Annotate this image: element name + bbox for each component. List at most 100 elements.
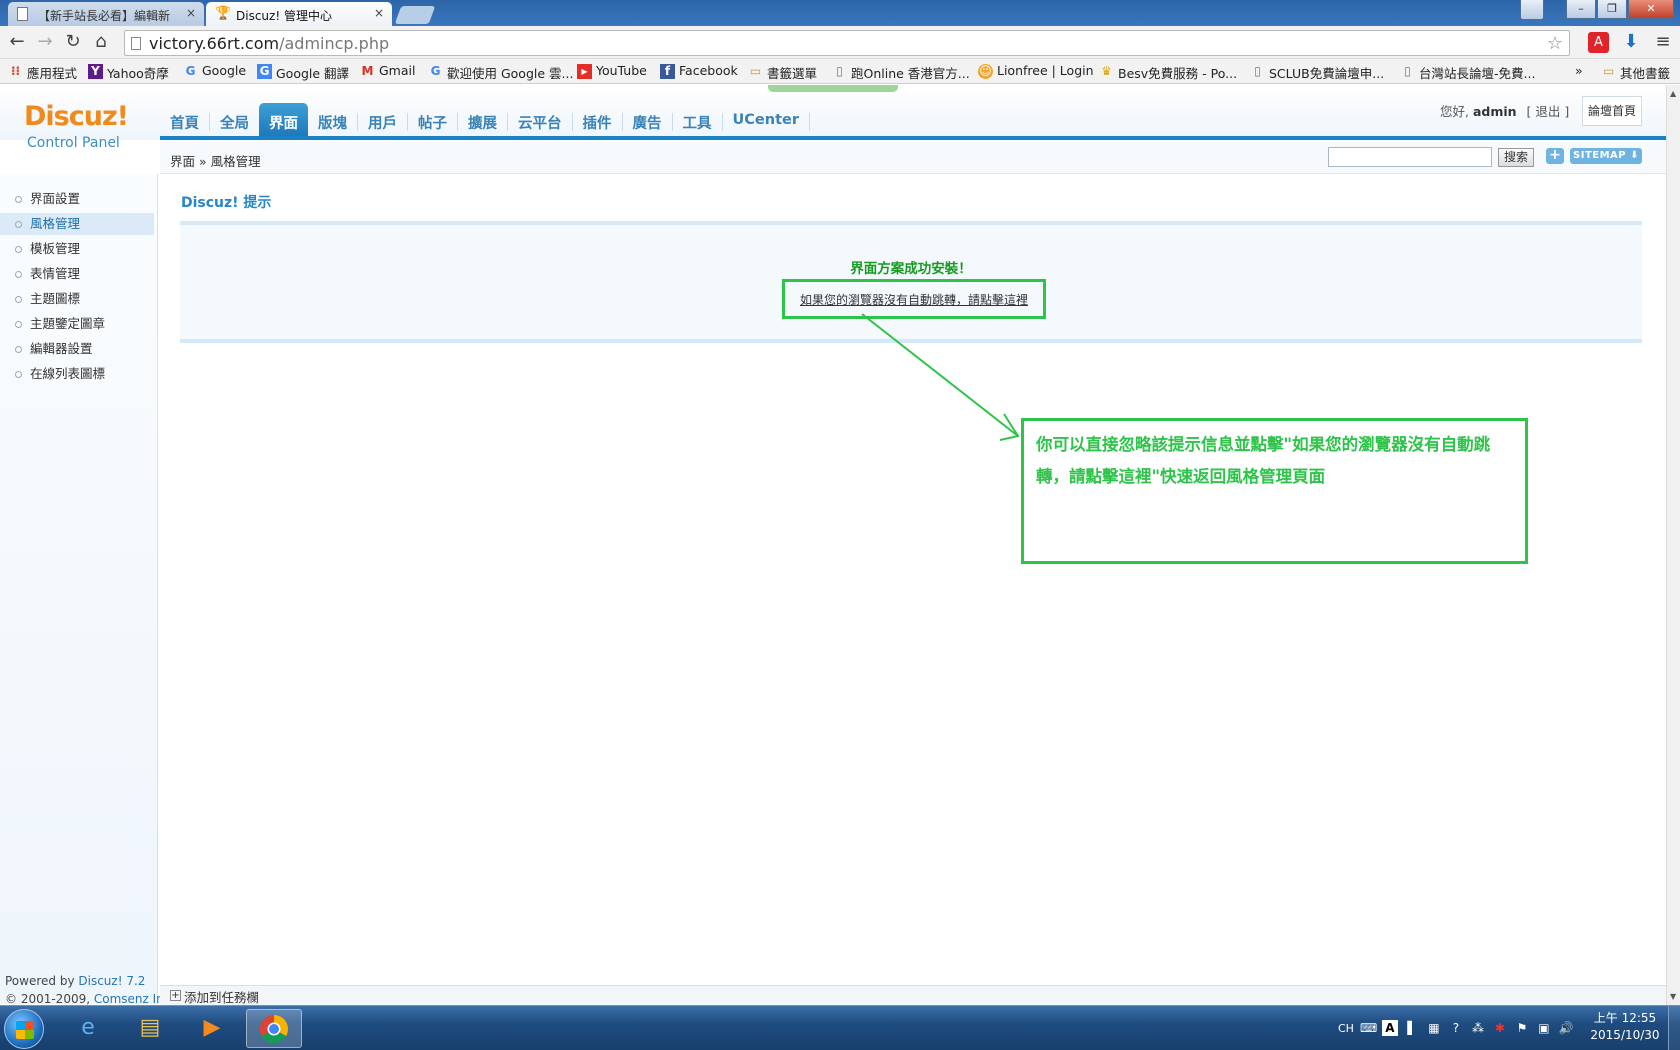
nav-tab-extensions[interactable]: 擴展 — [458, 103, 507, 136]
back-icon[interactable]: ← — [6, 32, 28, 54]
download-icon[interactable]: ⬇ — [1620, 31, 1642, 53]
address-bar[interactable]: victory.66rt.com/admincp.php ☆ — [124, 30, 1570, 56]
greeting-text: 您好, — [1440, 104, 1469, 119]
acrobat-extension-icon[interactable]: A — [1588, 32, 1609, 53]
scroll-up-icon[interactable]: ▲ — [1670, 89, 1676, 98]
google-icon: G — [185, 64, 196, 78]
options-icon[interactable]: ⁂ — [1470, 1020, 1486, 1036]
trophy-icon: 🏆 — [215, 6, 232, 21]
bookmark-item[interactable]: ☺ Lionfree | Login — [978, 63, 1094, 81]
nav-tab-forums[interactable]: 版塊 — [308, 103, 357, 136]
action-center-flag-icon[interactable]: ⚑ — [1514, 1020, 1530, 1036]
nav-tab-ucenter[interactable]: UCenter — [723, 103, 810, 136]
menu-icon[interactable]: ≡ — [1652, 31, 1674, 53]
sitemap-button[interactable]: SITEMAP ⬇ — [1570, 148, 1642, 164]
half-width-icon[interactable]: ▌ — [1404, 1020, 1420, 1036]
minimize-button[interactable]: – — [1566, 0, 1596, 19]
bookmark-item[interactable]: ▯ 台灣站長論壇-免費... — [1400, 63, 1535, 81]
sidebar-item-online-icons[interactable]: 在線列表圖標 — [0, 363, 154, 385]
bookmarks-overflow[interactable]: » — [1575, 63, 1583, 81]
system-clock[interactable]: 上午 12:55 2015/10/30 — [1588, 1010, 1662, 1044]
other-bookmarks[interactable]: ▭ 其他書籤 — [1601, 63, 1670, 81]
close-icon[interactable]: × — [374, 6, 384, 20]
nav-tab-home[interactable]: 首頁 — [160, 103, 209, 136]
sidebar-item-thread-stamps[interactable]: 主題鑒定圖章 — [0, 313, 154, 335]
bookmarks-bar: ⁝⁝ 應用程式 Y Yahoo奇摩 G Google G Google 翻譯 M Gmai… — [0, 59, 1680, 84]
browser-tab-1[interactable]: 【新手站長必看】編輯新 × — [8, 2, 204, 26]
sidebar-item-editor-settings[interactable]: 編輯器設置 — [0, 338, 154, 360]
sidebar-item-template-manage[interactable]: 模板管理 — [0, 238, 154, 260]
admin-search-input[interactable] — [1328, 147, 1492, 167]
nav-tab-plugins[interactable]: 插件 — [573, 103, 622, 136]
powered-prefix: Powered by — [5, 974, 79, 988]
start-button[interactable] — [4, 1009, 44, 1049]
media-player-icon[interactable]: ▶ — [184, 1009, 240, 1048]
user-profile-icon[interactable] — [1520, 0, 1544, 20]
sidebar-item-interface-settings[interactable]: 界面設置 — [0, 188, 154, 210]
close-icon[interactable]: × — [186, 6, 196, 20]
discuz-logo[interactable]: Discuz! — [24, 101, 129, 132]
breadcrumb-bar: 界面 » 風格管理 搜索 + SITEMAP ⬇ — [160, 140, 1666, 174]
forward-icon[interactable]: → — [34, 32, 56, 54]
show-desktop-button[interactable] — [1668, 1006, 1680, 1050]
nav-tab-posts[interactable]: 帖子 — [408, 103, 457, 136]
sidebar-item-style-manage[interactable]: 風格管理 — [0, 213, 154, 235]
nav-tab-global[interactable]: 全局 — [210, 103, 259, 136]
redirect-link[interactable]: 如果您的瀏覽器沒有自動跳轉，請點擊這裡 — [785, 291, 1043, 308]
reload-icon[interactable]: ↻ — [62, 32, 84, 54]
chrome-icon[interactable] — [246, 1009, 302, 1048]
language-indicator[interactable]: CH — [1338, 1022, 1354, 1035]
bookmark-item[interactable]: ▶ YouTube — [577, 63, 647, 81]
page-icon: ▯ — [836, 64, 843, 78]
system-tray: CH ⌨ A ▌ ▦ ? ⁂ ✱ ⚑ ▣ 🔊 — [1338, 1018, 1574, 1038]
tab-title: 【新手站長必看】編輯新 — [38, 9, 171, 23]
bookmark-item[interactable]: G Google — [183, 63, 247, 81]
sidebar-item-thread-icons[interactable]: 主題圖標 — [0, 288, 154, 310]
vertical-scrollbar[interactable]: ▲ ▼ — [1666, 85, 1680, 1005]
bookmark-item[interactable]: f Facebook — [660, 63, 738, 81]
scroll-down-icon[interactable]: ▼ — [1670, 992, 1676, 1001]
home-icon[interactable]: ⌂ — [90, 32, 112, 54]
logout-link[interactable]: [ 退出 ] — [1527, 104, 1570, 119]
close-window-button[interactable]: ✕ — [1628, 0, 1674, 19]
internet-explorer-icon[interactable]: e — [60, 1009, 116, 1048]
nav-tab-tools[interactable]: 工具 — [673, 103, 722, 136]
admin-main-nav: 首頁 全局 界面 版塊 用戶 帖子 擴展 云平台 插件 廣告 工具 UCente… — [160, 103, 810, 138]
file-explorer-icon[interactable]: ▤ — [122, 1009, 178, 1048]
bookmark-item[interactable]: Y Yahoo奇摩 — [88, 63, 169, 81]
network-icon[interactable]: ▣ — [1536, 1020, 1552, 1036]
sidebar-item-smiley-manage[interactable]: 表情管理 — [0, 263, 154, 285]
redirect-highlight-box: 如果您的瀏覽器沒有自動跳轉，請點擊這裡 — [782, 279, 1046, 319]
browser-toolbar: ← → ↻ ⌂ victory.66rt.com/admincp.php ☆ A… — [0, 26, 1680, 59]
browser-tab-2[interactable]: 🏆 Discuz! 管理中心 × — [206, 2, 392, 26]
page-icon — [131, 37, 141, 50]
ime-icon[interactable]: ⌨ — [1360, 1020, 1377, 1036]
nav-tab-ads[interactable]: 廣告 — [623, 103, 672, 136]
bookmark-item[interactable]: ▯ SCLUB免費論壇申... — [1250, 63, 1384, 81]
nav-tab-users[interactable]: 用戶 — [358, 103, 407, 136]
bug-icon[interactable]: ✱ — [1492, 1020, 1508, 1036]
bookmark-item[interactable]: ⁝⁝ 應用程式 — [8, 63, 77, 81]
bookmark-item[interactable]: ▭ 書籤選單 — [748, 63, 817, 81]
powered-by: Powered by Discuz! 7.2 © 2001-2009, Coms… — [5, 972, 174, 1008]
bookmark-item[interactable]: M Gmail — [360, 63, 416, 81]
new-tab-button[interactable] — [394, 6, 436, 24]
volume-icon[interactable]: 🔊 — [1558, 1020, 1574, 1036]
add-to-taskbar-bar[interactable]: + 添加到任務欄 — [160, 985, 1666, 1005]
help-icon[interactable]: ? — [1448, 1020, 1464, 1036]
forum-home-button[interactable]: 論壇首頁 — [1582, 96, 1642, 126]
nav-tab-interface[interactable]: 界面 — [259, 103, 308, 138]
bookmark-item[interactable]: G Google 翻譯 — [257, 63, 349, 81]
powered-link[interactable]: Discuz! 7.2 — [78, 974, 145, 988]
bookmark-star-icon[interactable]: ☆ — [1547, 33, 1563, 54]
bookmark-item[interactable]: ▯ 跑Online 香港官方... — [832, 63, 970, 81]
nav-tab-cloud[interactable]: 云平台 — [508, 103, 572, 136]
bookmark-item[interactable]: G 歡迎使用 Google 雲... — [428, 63, 574, 81]
font-size-icon[interactable]: A — [1381, 1020, 1398, 1036]
search-button[interactable]: 搜索 — [1498, 148, 1534, 167]
ime-tools-icon[interactable]: ▦ — [1426, 1020, 1442, 1036]
bookmark-item[interactable]: ♛ Besv免費服務 - Po... — [1099, 63, 1237, 81]
add-shortcut-button[interactable]: + — [1546, 148, 1564, 164]
folder-icon: ▭ — [749, 64, 762, 78]
restore-button[interactable]: ❐ — [1597, 0, 1627, 19]
